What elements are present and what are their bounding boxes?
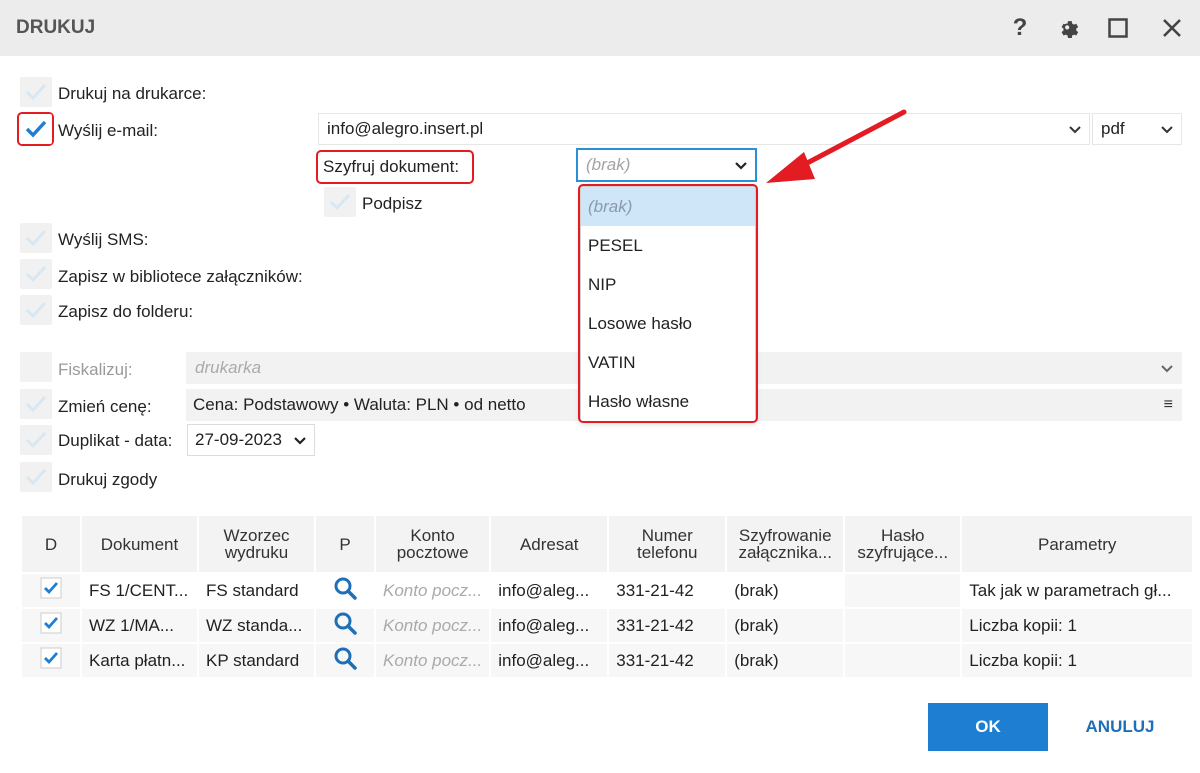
recipient-cell[interactable]: info@aleg...	[490, 642, 610, 677]
password-cell[interactable]	[844, 607, 963, 643]
duplicate-label: Duplikat - data:	[58, 431, 173, 450]
recipient-cell[interactable]: info@aleg...	[490, 572, 610, 608]
phone-cell[interactable]: 331-21-42	[608, 642, 728, 677]
search-icon[interactable]	[315, 607, 376, 643]
print-label: Drukuj na drukarce:	[58, 84, 207, 103]
chevron-down-icon	[1161, 119, 1173, 139]
fiscal-label: Fiskalizuj:	[58, 360, 133, 379]
search-icon[interactable]	[315, 572, 376, 608]
dropdown-highlight	[578, 184, 758, 423]
cancel-button[interactable]: ANULUJ	[1072, 703, 1168, 751]
documents-table: D Dokument Wzorzec wydruku P Konto poczt…	[22, 516, 1195, 677]
dialog-title: DRUKUJ	[16, 17, 96, 38]
row-checkbox[interactable]	[22, 572, 82, 608]
consent-label: Drukuj zgody	[58, 470, 158, 489]
params-cell[interactable]: Liczba kopii: 1	[961, 607, 1195, 643]
document-cell[interactable]: Karta płatn...	[81, 642, 199, 677]
table-row[interactable]: WZ 1/MA... WZ standa... Konto pocz... in…	[22, 607, 1195, 643]
chevron-down-icon	[1069, 119, 1081, 139]
column-header-szyfrowanie[interactable]: Szyfrowanie załącznika...	[726, 516, 846, 573]
format-select[interactable]: pdf	[1092, 113, 1182, 145]
chevron-down-icon	[294, 430, 306, 450]
params-cell[interactable]: Tak jak w parametrach gł...	[961, 572, 1195, 608]
template-cell[interactable]: KP standard	[198, 642, 316, 677]
close-icon[interactable]	[1156, 12, 1188, 44]
consent-checkbox[interactable]	[20, 462, 52, 492]
phone-cell[interactable]: 331-21-42	[608, 572, 728, 608]
gear-icon[interactable]	[1052, 12, 1084, 44]
column-header-dokument[interactable]: Dokument	[81, 516, 199, 573]
row-checkbox[interactable]	[22, 642, 82, 677]
email-address-select[interactable]: info@alegro.insert.pl	[318, 113, 1090, 145]
table-row[interactable]: Karta płatn... KP standard Konto pocz...…	[22, 642, 1195, 677]
format-value: pdf	[1101, 119, 1125, 138]
menu-icon[interactable]: ≡	[1164, 396, 1173, 414]
encryption-cell[interactable]: (brak)	[726, 572, 846, 608]
maximize-icon[interactable]	[1102, 12, 1134, 44]
document-cell[interactable]: FS 1/CENT...	[81, 572, 199, 608]
encryption-cell[interactable]: (brak)	[726, 607, 846, 643]
recipient-cell[interactable]: info@aleg...	[490, 607, 610, 643]
price-value: Cena: Podstawowy • Waluta: PLN • od nett…	[193, 395, 526, 414]
column-header-adresat[interactable]: Adresat	[490, 516, 610, 573]
encryption-cell[interactable]: (brak)	[726, 642, 846, 677]
price-checkbox[interactable]	[20, 389, 52, 419]
table-header-row: D Dokument Wzorzec wydruku P Konto poczt…	[22, 516, 1195, 573]
column-header-d[interactable]: D	[22, 516, 82, 573]
help-icon[interactable]: ?	[1004, 12, 1036, 44]
encrypt-value: (brak)	[586, 155, 631, 174]
sms-checkbox[interactable]	[20, 223, 52, 253]
library-checkbox[interactable]	[20, 259, 52, 289]
annotation-arrow-icon	[766, 109, 907, 183]
email-checkbox[interactable]	[20, 114, 52, 144]
template-cell[interactable]: WZ standa...	[198, 607, 316, 643]
sign-checkbox[interactable]	[324, 187, 356, 217]
duplicate-date-picker[interactable]: 27-09-2023	[187, 424, 315, 456]
encrypt-label: Szyfruj dokument:	[323, 157, 460, 176]
fiscal-placeholder: drukarka	[195, 358, 262, 377]
encrypt-select[interactable]: (brak)	[576, 148, 757, 182]
column-header-parametry[interactable]: Parametry	[961, 516, 1195, 573]
row-checkbox[interactable]	[22, 607, 82, 643]
password-cell[interactable]	[844, 642, 963, 677]
chevron-down-icon	[735, 155, 747, 175]
template-cell[interactable]: FS standard	[198, 572, 316, 608]
price-label: Zmień cenę:	[58, 397, 152, 416]
account-cell[interactable]: Konto pocz...	[375, 572, 492, 608]
title-bar: DRUKUJ ?	[0, 0, 1200, 56]
email-address-value: info@alegro.insert.pl	[327, 119, 484, 138]
column-header-telefon[interactable]: Numer telefonu	[608, 516, 728, 573]
column-header-p[interactable]: P	[315, 516, 376, 573]
column-header-wzorzec[interactable]: Wzorzec wydruku	[198, 516, 316, 573]
search-icon[interactable]	[315, 642, 376, 677]
chevron-down-icon	[1161, 358, 1173, 378]
params-cell[interactable]: Liczba kopii: 1	[961, 642, 1195, 677]
phone-cell[interactable]: 331-21-42	[608, 607, 728, 643]
folder-label: Zapisz do folderu:	[58, 302, 194, 321]
sign-label: Podpisz	[362, 194, 423, 213]
sms-label: Wyślij SMS:	[58, 230, 149, 249]
column-header-haslo[interactable]: Hasło szyfrujące...	[844, 516, 963, 573]
account-cell[interactable]: Konto pocz...	[375, 607, 492, 643]
library-label: Zapisz w bibliotece załączników:	[58, 267, 303, 286]
fiscal-checkbox	[20, 352, 52, 382]
duplicate-date-value: 27-09-2023	[195, 430, 282, 449]
password-cell[interactable]	[844, 572, 963, 608]
folder-checkbox[interactable]	[20, 295, 52, 325]
duplicate-checkbox[interactable]	[20, 425, 52, 455]
ok-button[interactable]: OK	[928, 703, 1048, 751]
email-label: Wyślij e-mail:	[58, 121, 158, 140]
table-row[interactable]: FS 1/CENT... FS standard Konto pocz... i…	[22, 572, 1195, 608]
column-header-konto[interactable]: Konto pocztowe	[375, 516, 492, 573]
document-cell[interactable]: WZ 1/MA...	[81, 607, 199, 643]
print-checkbox[interactable]	[20, 77, 52, 107]
account-cell[interactable]: Konto pocz...	[375, 642, 492, 677]
